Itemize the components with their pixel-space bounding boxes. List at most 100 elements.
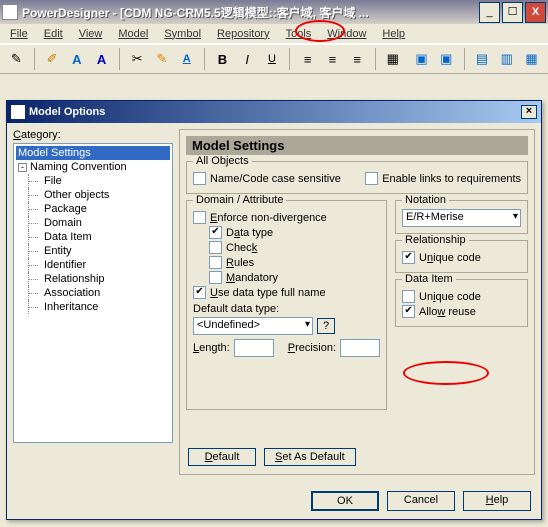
separator <box>34 48 35 70</box>
tb-align-right-icon[interactable]: ≡ <box>347 48 368 70</box>
tb-win5-icon[interactable]: ▦ <box>521 48 542 70</box>
close-button[interactable]: X <box>525 2 546 23</box>
tb-win3-icon[interactable]: ▤ <box>472 48 493 70</box>
tree-package[interactable]: Package <box>16 202 170 216</box>
tb-win4-icon[interactable]: ▥ <box>496 48 517 70</box>
tb-underline-icon[interactable]: A <box>176 48 197 70</box>
tb-win2-icon[interactable]: ▣ <box>436 48 457 70</box>
main-titlebar: PowerDesigner - [CDM NG-CRM5.5逻辑模型::客户域,… <box>0 0 548 24</box>
separator <box>204 48 205 70</box>
menu-help[interactable]: Help <box>376 26 411 42</box>
tb-align-center-icon[interactable]: ≡ <box>322 48 343 70</box>
checkbox-name-code[interactable] <box>193 172 206 185</box>
group-domain-attribute: Domain / Attribute Enforce non-divergenc… <box>186 200 387 410</box>
tb-align-left-icon[interactable]: ≡ <box>297 48 318 70</box>
tb-pointer-icon[interactable]: ✎ <box>6 48 27 70</box>
label-rules: Rules <box>226 257 254 269</box>
menu-tools[interactable]: Tools <box>280 26 318 42</box>
dialog-title: Model Options <box>29 106 105 118</box>
group-notation: Notation E/R+Merise <box>395 200 528 234</box>
menu-window[interactable]: Window <box>321 26 372 42</box>
tree-inheritance[interactable]: Inheritance <box>16 300 170 314</box>
tb-font-a1-icon[interactable]: A <box>66 48 87 70</box>
checkbox-enforce[interactable] <box>193 211 206 224</box>
tree-model-settings[interactable]: Model Settings <box>16 146 170 160</box>
label-data-type: Data type <box>226 227 273 239</box>
tb-bold-icon[interactable]: B <box>212 48 233 70</box>
tree-identifier[interactable]: Identifier <box>16 258 170 272</box>
tb-font-a2-icon[interactable]: A <box>91 48 112 70</box>
tree-other-objects[interactable]: Other objects <box>16 188 170 202</box>
model-options-dialog: Model Options × Category: Model Settings… <box>6 100 542 520</box>
separator <box>119 48 120 70</box>
settings-panel: Model Settings All Objects Name/Code cas… <box>179 129 535 475</box>
menu-file[interactable]: File <box>4 26 34 42</box>
help-button[interactable]: Help <box>463 491 531 511</box>
label-name-code: Name/Code case sensitive <box>210 173 341 185</box>
tb-underline2-icon[interactable]: U <box>262 48 283 70</box>
length-input[interactable] <box>234 339 274 357</box>
label-use-full-name: Use data type full name <box>210 287 326 299</box>
checkbox-enable-links[interactable] <box>365 172 378 185</box>
menu-view[interactable]: View <box>73 26 109 42</box>
toolbar: ✎ ✐ A A ✂ ✎ A B I U ≡ ≡ ≡ ▦ ▣ ▣ ▤ ▥ ▦ <box>0 44 548 74</box>
label-check: Check <box>226 242 257 254</box>
tree-entity[interactable]: Entity <box>16 244 170 258</box>
tree-association[interactable]: Association <box>16 286 170 300</box>
menu-symbol[interactable]: Symbol <box>158 26 207 42</box>
group-data-item: Data Item Unique code ✔Allow reuse <box>395 279 528 327</box>
menu-model[interactable]: Model <box>112 26 154 42</box>
checkbox-check[interactable] <box>209 241 222 254</box>
set-default-button[interactable]: Set As Default <box>264 448 356 466</box>
notation-select[interactable]: E/R+Merise <box>402 209 521 227</box>
separator <box>375 48 376 70</box>
tb-win1-icon[interactable]: ▣ <box>411 48 432 70</box>
dialog-close-button[interactable]: × <box>521 105 537 119</box>
maximize-button[interactable]: ☐ <box>502 2 523 23</box>
tree-relationship[interactable]: Relationship <box>16 272 170 286</box>
tb-brush-icon[interactable]: ✐ <box>42 48 63 70</box>
label-allow-reuse: Allow reuse <box>419 306 476 318</box>
category-tree[interactable]: Model Settings -Naming Convention File O… <box>13 143 173 443</box>
minimize-button[interactable]: _ <box>479 2 500 23</box>
tree-domain[interactable]: Domain <box>16 216 170 230</box>
checkbox-allow-reuse[interactable]: ✔ <box>402 305 415 318</box>
group-all-objects: All Objects Name/Code case sensitive Ena… <box>186 161 528 194</box>
dialog-titlebar: Model Options × <box>7 101 541 123</box>
label-precision: Precision: <box>288 342 336 354</box>
tree-data-item[interactable]: Data Item <box>16 230 170 244</box>
window-title: PowerDesigner - [CDM NG-CRM5.5逻辑模型::客户域,… <box>22 4 477 21</box>
label-mandatory: Mandatory <box>226 272 278 284</box>
tree-file[interactable]: File <box>16 174 170 188</box>
label-enable-links: Enable links to requirements <box>382 173 521 185</box>
cancel-button[interactable]: Cancel <box>387 491 455 511</box>
checkbox-di-unique[interactable] <box>402 290 415 303</box>
tb-pen-icon[interactable]: ✎ <box>152 48 173 70</box>
category-panel: Category: Model Settings -Naming Convent… <box>13 129 173 475</box>
separator <box>289 48 290 70</box>
app-icon <box>2 4 18 20</box>
menu-edit[interactable]: Edit <box>38 26 69 42</box>
help-type-button[interactable]: ? <box>317 318 335 334</box>
ok-button[interactable]: OK <box>311 491 379 511</box>
group-relationship: Relationship ✔Unique code <box>395 240 528 273</box>
checkbox-use-full-name[interactable]: ✔ <box>193 286 206 299</box>
tb-grid-icon[interactable]: ▦ <box>382 48 403 70</box>
label-enforce: Enforce non-divergence <box>210 212 327 224</box>
menu-repository[interactable]: Repository <box>211 26 276 42</box>
label-length: Length: <box>193 342 230 354</box>
tb-italic-icon[interactable]: I <box>237 48 258 70</box>
label-default-data-type: Default data type: <box>193 303 279 315</box>
tb-cut-icon[interactable]: ✂ <box>127 48 148 70</box>
default-button[interactable]: Default <box>188 448 256 466</box>
precision-input[interactable] <box>340 339 380 357</box>
tree-naming-convention[interactable]: -Naming Convention <box>16 160 170 174</box>
checkbox-data-type[interactable]: ✔ <box>209 226 222 239</box>
checkbox-rel-unique[interactable]: ✔ <box>402 251 415 264</box>
checkbox-mandatory[interactable] <box>209 271 222 284</box>
group-title: Data Item <box>402 273 456 285</box>
checkbox-rules[interactable] <box>209 256 222 269</box>
group-title: Domain / Attribute <box>193 194 286 206</box>
section-heading: Model Settings <box>186 136 528 155</box>
default-data-type-select[interactable]: <Undefined> <box>193 317 313 335</box>
